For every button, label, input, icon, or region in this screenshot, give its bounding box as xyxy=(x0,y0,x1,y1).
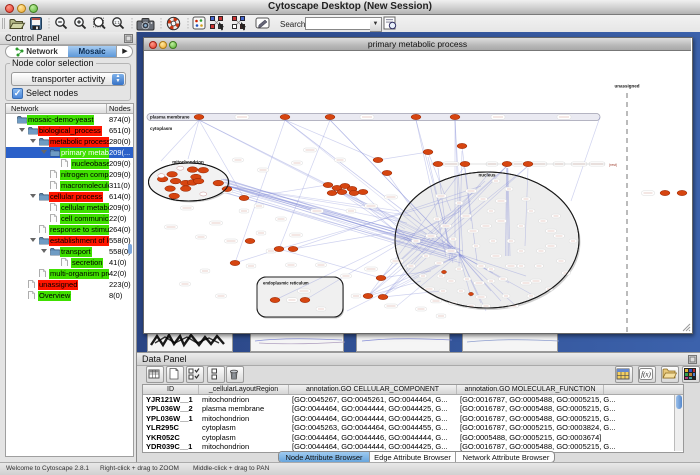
svg-text:1:1: 1:1 xyxy=(114,20,120,25)
svg-text:(rest): (rest) xyxy=(609,163,617,167)
svg-text:cytoplasm: cytoplasm xyxy=(150,126,172,131)
svg-text:plasma membrane: plasma membrane xyxy=(150,115,190,120)
svg-text:f(x): f(x) xyxy=(641,371,651,379)
svg-text:endoplasmic reticulum: endoplasmic reticulum xyxy=(263,281,309,286)
svg-text:unassigned: unassigned xyxy=(614,84,639,89)
